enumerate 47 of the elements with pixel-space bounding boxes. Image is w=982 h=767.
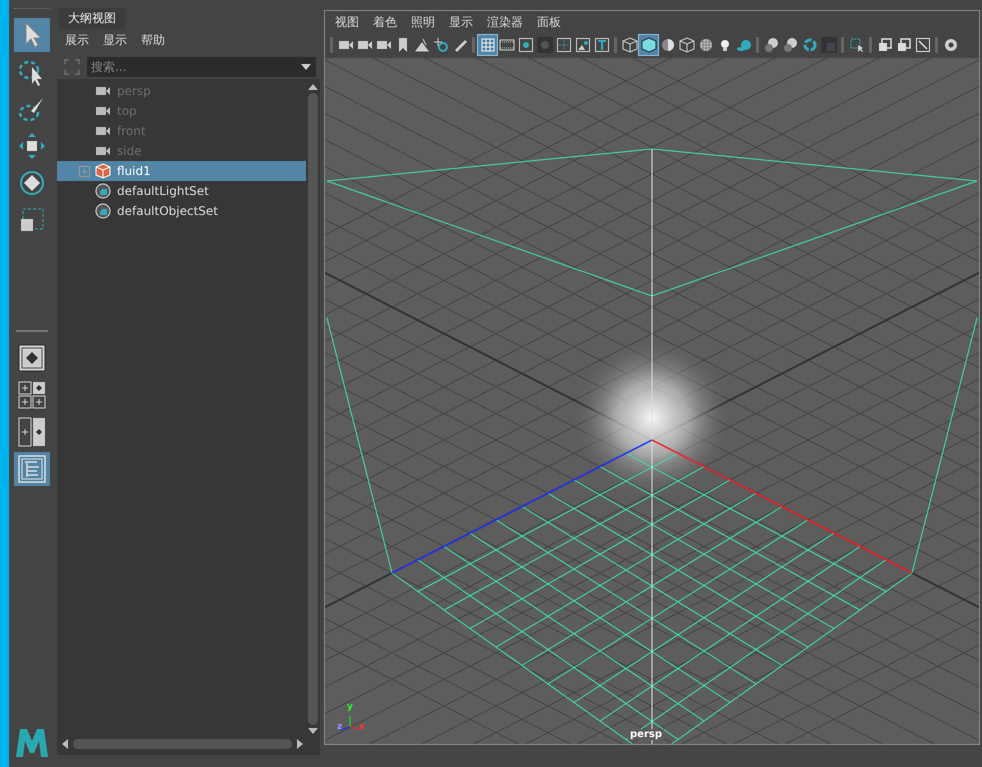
single-layout-icon [17,343,47,373]
menu-item[interactable]: 展示 [65,32,89,49]
four-layout-icon [17,380,47,410]
axis-label: y [347,702,353,712]
outliner-layout-icon [17,454,47,484]
fluid-cube-icon [95,163,111,179]
menu-item[interactable]: 渲染器 [487,14,523,32]
menu-item[interactable]: 帮助 [141,32,165,49]
two-layout-icon [17,417,47,447]
rotate-icon [17,168,47,198]
dropdown-arrow-icon[interactable] [301,63,311,71]
menu-item[interactable]: 照明 [411,14,435,32]
scroll-down-arrow-icon[interactable] [307,727,319,735]
dot-icon[interactable] [516,35,535,55]
picture-icon[interactable] [573,35,592,55]
menu-item[interactable]: 视图 [335,14,359,32]
darkdot-icon[interactable] [535,35,554,55]
menu-item[interactable]: 显示 [103,32,127,49]
camera-label: persp [628,729,664,740]
camera-icon [95,144,111,158]
axis-label: x [359,722,365,732]
frame-icon[interactable] [554,35,573,55]
camera-icon [95,104,111,118]
outliner-layout-button[interactable] [14,452,50,486]
menu-item[interactable]: 显示 [449,14,473,32]
camera-icon [95,84,111,98]
menu-item[interactable]: 着色 [373,14,397,32]
outliner-item[interactable]: defaultLightSet [57,181,306,201]
axis-label: z [337,722,342,732]
scroll-left-arrow-icon[interactable] [61,738,69,750]
move-icon [17,131,47,161]
outliner-tab[interactable]: 大纲视图 [59,8,125,29]
m-logo-icon [14,727,50,759]
scroll-up-arrow-icon[interactable] [307,83,319,91]
cube-icon[interactable] [639,35,658,55]
scroll-right-arrow-icon[interactable] [296,738,304,750]
outliner-item[interactable]: defaultObjectSet [57,201,306,221]
camera-icon [95,124,111,138]
outliner-item[interactable]: fluid1 [57,161,306,181]
set-icon [95,203,111,219]
text-icon[interactable] [592,35,611,55]
target-icon[interactable] [431,35,450,55]
wirecube-icon[interactable] [620,35,639,55]
set-icon [95,183,111,199]
grid-icon[interactable] [478,35,497,55]
wirecube-icon[interactable] [677,35,696,55]
menu-item[interactable]: 面板 [537,14,561,32]
